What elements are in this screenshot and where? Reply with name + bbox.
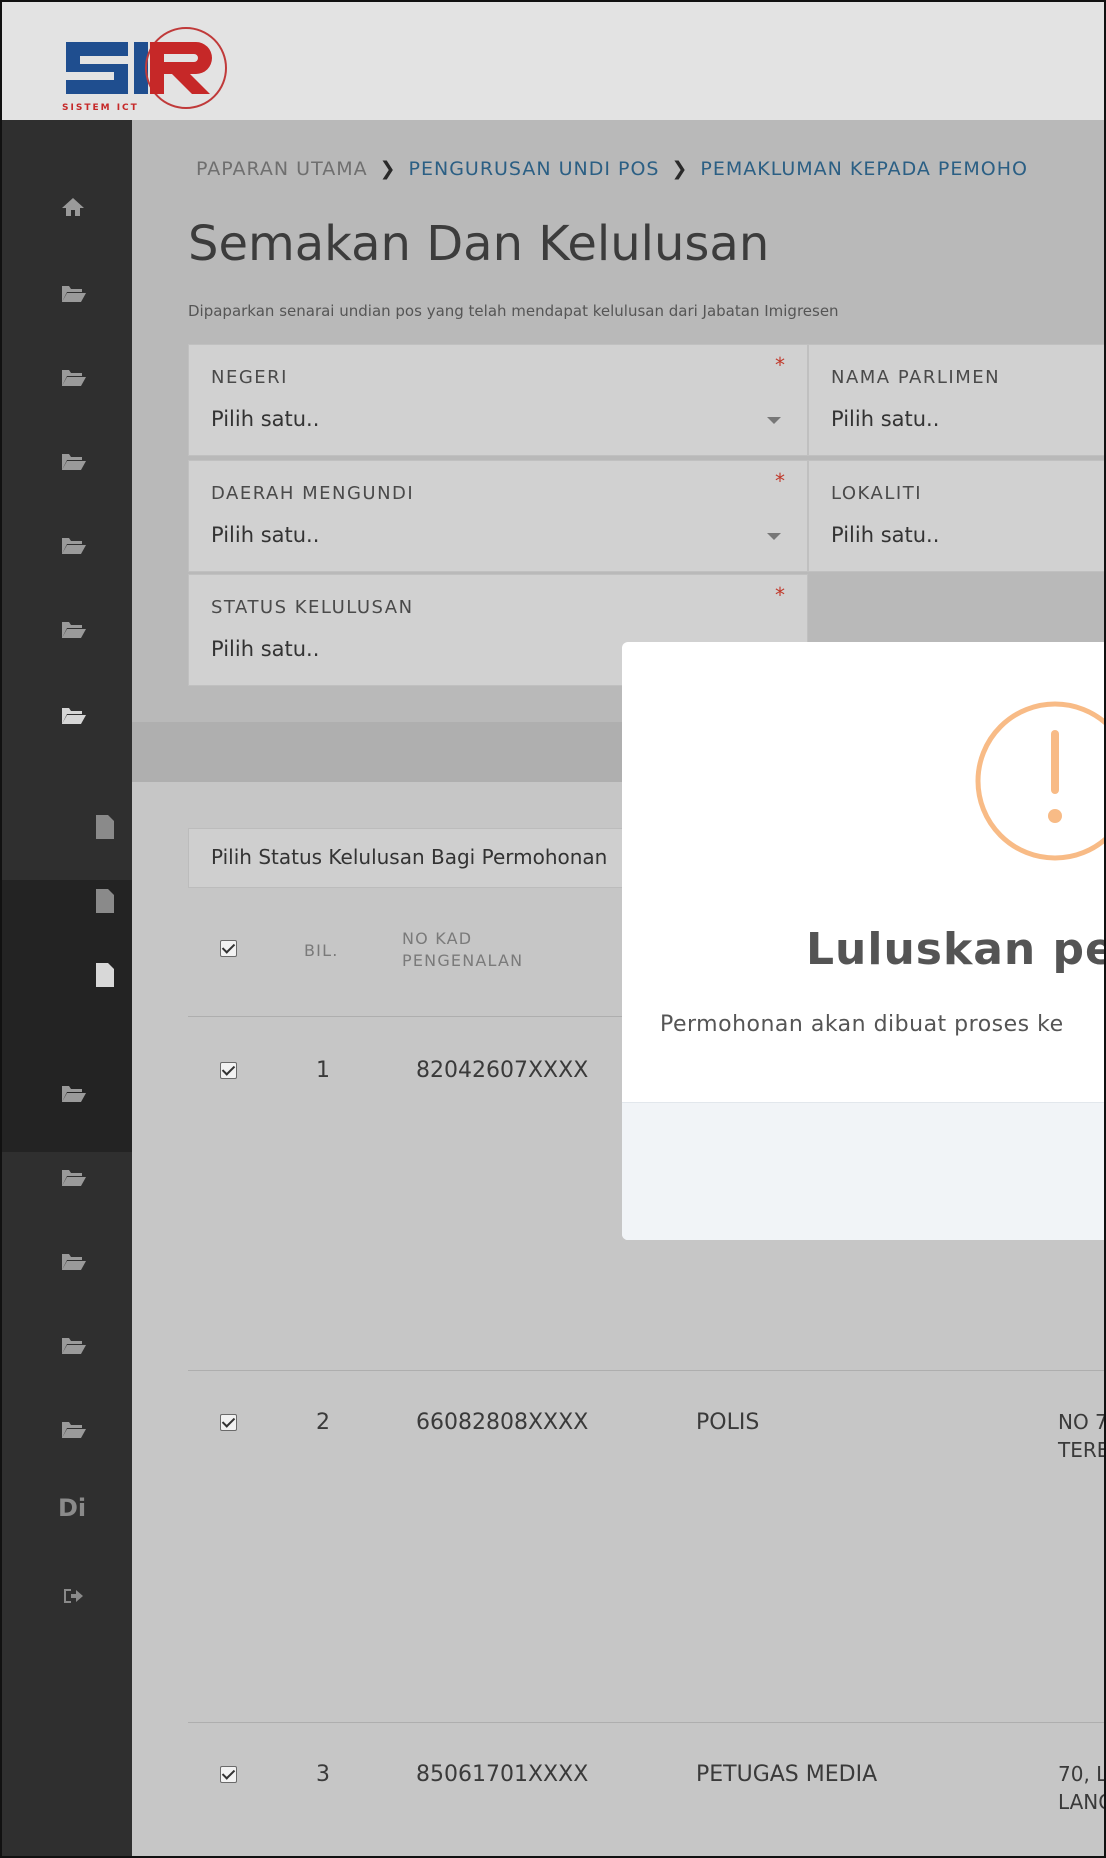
file-icon[interactable]: [94, 888, 116, 914]
folder-open-icon[interactable]: [60, 534, 86, 556]
warning-icon: [975, 701, 1104, 861]
breadcrumb-level2[interactable]: PEMAKLUMAN KEPADA PEMOHO: [700, 158, 1028, 180]
negeri-select[interactable]: NEGERI * Pilih satu..: [188, 344, 808, 456]
row-alamat: NO 7 TERE: [1058, 1408, 1106, 1464]
bulk-status-select[interactable]: Pilih Status Kelulusan Bagi Permohonan: [188, 828, 648, 888]
bulk-status-label: Pilih Status Kelulusan Bagi Permohonan: [211, 845, 608, 869]
dialog-title: Luluskan perm: [806, 924, 1104, 975]
home-icon[interactable]: [60, 196, 86, 218]
row-bil: 1: [316, 1058, 330, 1083]
folder-open-icon[interactable]: [60, 1082, 86, 1104]
app-frame: SISTEM ICT Di PAPARAN UTAMA ❯ PENGURUSAN…: [0, 0, 1106, 1858]
parlimen-label: NAMA PARLIMEN: [831, 367, 1001, 388]
page-title: Semakan Dan Kelulusan: [188, 216, 770, 272]
breadcrumb-home[interactable]: PAPARAN UTAMA: [196, 158, 368, 180]
daerah-select[interactable]: DAERAH MENGUNDI * Pilih satu..: [188, 460, 808, 572]
sign-out-icon[interactable]: [62, 1586, 84, 1606]
select-all-checkbox[interactable]: [220, 940, 237, 957]
chevron-right-icon: ❯: [671, 158, 689, 180]
parlimen-select[interactable]: NAMA PARLIMEN Pilih satu..: [808, 344, 1104, 456]
negeri-label: NEGERI: [211, 367, 288, 388]
row-bil: 3: [316, 1762, 330, 1787]
folder-open-icon[interactable]: [60, 1166, 86, 1188]
row-alamat: 70, L LANG: [1058, 1760, 1106, 1816]
row-kad: 66082808XXXX: [416, 1410, 589, 1435]
sidebar: Di: [2, 120, 132, 1856]
required-mark: *: [775, 353, 785, 377]
row-checkbox[interactable]: [220, 1766, 237, 1783]
page-description: Dipaparkan senarai undian pos yang telah…: [188, 302, 839, 320]
file-icon[interactable]: [94, 814, 116, 840]
folder-open-icon[interactable]: [60, 1250, 86, 1272]
table-divider: [188, 1370, 1104, 1371]
caret-down-icon: [767, 417, 781, 424]
row-checkbox[interactable]: [220, 1414, 237, 1431]
row-alamat-line2: TERE: [1058, 1438, 1106, 1462]
lokaliti-select[interactable]: LOKALITI Pilih satu..: [808, 460, 1104, 572]
file-icon-active[interactable]: [94, 962, 116, 988]
row-alamat-line2: LANG: [1058, 1790, 1104, 1814]
status-kelulusan-label: STATUS KELULUSAN: [211, 597, 414, 618]
row-kategori: POLIS: [696, 1410, 760, 1435]
daerah-label: DAERAH MENGUNDI: [211, 483, 415, 504]
folder-open-icon[interactable]: [60, 1334, 86, 1356]
breadcrumb-level1[interactable]: PENGURUSAN UNDI POS: [409, 158, 660, 180]
dialog-text: Permohonan akan dibuat proses ke: [660, 1012, 1064, 1037]
row-kategori: PETUGAS MEDIA: [696, 1762, 878, 1787]
folder-open-icon-active[interactable]: [60, 704, 86, 726]
daerah-value: Pilih satu..: [211, 523, 320, 547]
confirm-dialog: Luluskan perm Permohonan akan dibuat pro…: [622, 642, 1104, 1240]
folder-open-icon[interactable]: [60, 282, 86, 304]
row-kad: 85061701XXXX: [416, 1762, 589, 1787]
svg-text:SISTEM ICT: SISTEM ICT: [62, 103, 139, 113]
folder-open-icon[interactable]: [60, 450, 86, 472]
row-alamat-line1: NO 7: [1058, 1410, 1106, 1434]
col-bil-header: BIL.: [304, 941, 339, 960]
row-alamat-line1: 70, L: [1058, 1762, 1106, 1786]
row-bil: 2: [316, 1410, 330, 1435]
negeri-value: Pilih satu..: [211, 407, 320, 431]
row-kad: 82042607XXXX: [416, 1058, 589, 1083]
breadcrumb: PAPARAN UTAMA ❯ PENGURUSAN UNDI POS ❯ PEMAKL…: [196, 158, 1028, 180]
sidebar-submenu: [2, 880, 132, 1152]
parlimen-value: Pilih satu..: [831, 407, 940, 431]
sidebar-text-item[interactable]: Di: [58, 1494, 86, 1522]
dialog-footer: [622, 1102, 1104, 1240]
col-kad-header-line2: PENGENALAN: [402, 951, 524, 970]
folder-open-icon[interactable]: [60, 366, 86, 388]
spr-logo[interactable]: SISTEM ICT: [58, 24, 238, 114]
row-checkbox[interactable]: [220, 1062, 237, 1079]
top-header: SISTEM ICT: [2, 2, 1104, 120]
col-kad-header: NO KAD PENGENALAN: [402, 928, 523, 972]
folder-open-icon[interactable]: [60, 618, 86, 640]
required-mark: *: [775, 583, 785, 607]
lokaliti-value: Pilih satu..: [831, 523, 940, 547]
col-kad-header-line1: NO KAD: [402, 929, 473, 948]
lokaliti-label: LOKALITI: [831, 483, 922, 504]
status-kelulusan-value: Pilih satu..: [211, 637, 320, 661]
table-divider: [188, 1722, 1104, 1723]
folder-open-icon[interactable]: [60, 1418, 86, 1440]
chevron-right-icon: ❯: [379, 158, 397, 180]
caret-down-icon: [767, 533, 781, 540]
required-mark: *: [775, 469, 785, 493]
